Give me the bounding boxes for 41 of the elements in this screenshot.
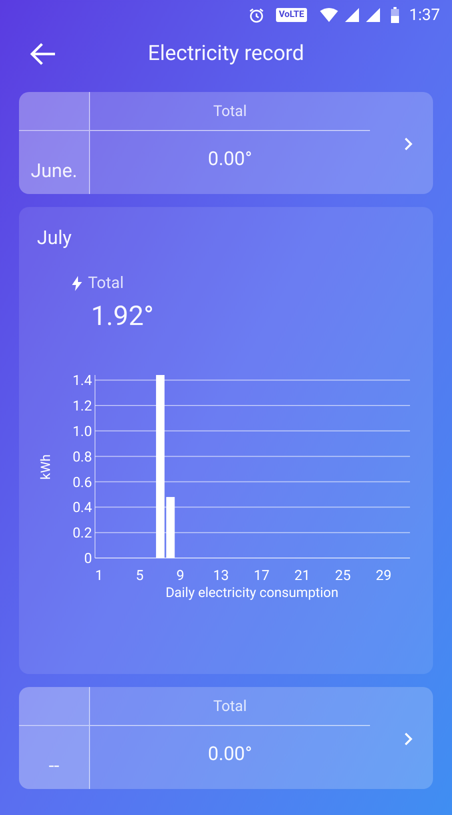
- back-arrow-icon[interactable]: [29, 42, 57, 66]
- battery-icon: [391, 7, 400, 23]
- y-tick-label: 0.2: [72, 526, 92, 542]
- month-label: June.: [30, 158, 78, 184]
- signal-icon: [345, 8, 360, 22]
- x-tick-label: 9: [176, 568, 184, 584]
- x-axis-title: Daily electricity consumption: [166, 585, 338, 601]
- status-time: 1:37: [409, 4, 440, 26]
- x-tick-label: 29: [376, 568, 392, 584]
- month-label: --: [48, 753, 60, 780]
- x-tick-label: 1: [95, 568, 103, 584]
- y-tick-label: 0.6: [72, 474, 92, 491]
- y-tick-label: 0: [84, 551, 92, 567]
- y-tick-label: 1.2: [72, 398, 92, 414]
- y-tick-label: 1.0: [72, 424, 92, 440]
- y-axis-title: kWh: [39, 454, 54, 480]
- chevron-right-icon: [404, 732, 413, 746]
- x-tick-label: 17: [254, 568, 270, 584]
- month-card[interactable]: June. Total 0.00°: [19, 92, 433, 194]
- total-value: 0.00°: [208, 741, 252, 768]
- wifi-icon: [320, 8, 338, 22]
- x-tick-label: 13: [213, 568, 229, 584]
- total-value: 0.00°: [208, 146, 252, 172]
- x-tick-label: 21: [294, 568, 310, 584]
- lightning-bolt-icon: [72, 276, 82, 290]
- total-label: Total: [88, 272, 124, 294]
- total-label: Total: [213, 100, 247, 122]
- y-tick-label: 1.4: [72, 373, 92, 390]
- total-label: Total: [213, 696, 247, 717]
- x-tick-label: 5: [136, 568, 144, 584]
- month-card[interactable]: -- Total 0.00°: [19, 687, 433, 789]
- y-tick-label: 0.8: [72, 449, 92, 466]
- alarm-clock-icon: [248, 6, 265, 24]
- month-label: July: [37, 225, 72, 252]
- volte-badge: VoLTE: [276, 8, 308, 22]
- screen-title: Electricity record: [148, 41, 304, 68]
- chevron-right-icon: [404, 137, 413, 151]
- y-tick-label: 0.4: [72, 500, 92, 516]
- signal-icon: [366, 8, 380, 22]
- x-tick-label: 25: [335, 568, 351, 584]
- total-value: 1.92°: [91, 298, 154, 334]
